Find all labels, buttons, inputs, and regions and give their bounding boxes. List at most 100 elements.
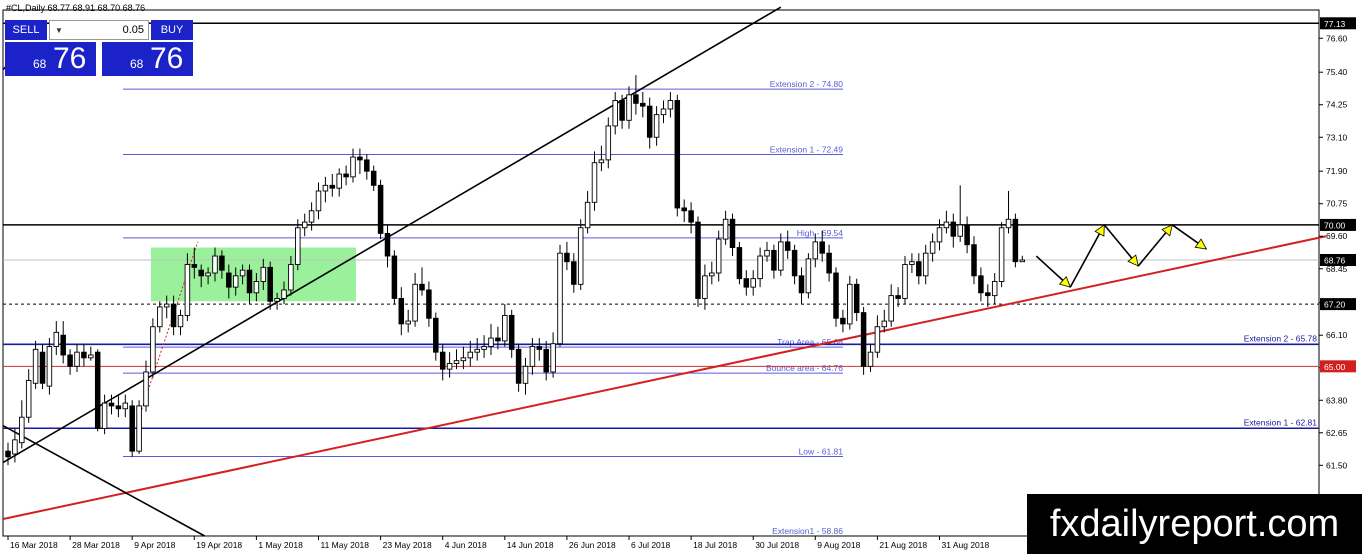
candle-body [488, 337, 494, 347]
candle [722, 210, 729, 245]
candle-body [819, 241, 825, 254]
y-tick-label: 63.80 [1326, 395, 1348, 405]
x-tick-label: 9 Apr 2018 [134, 540, 175, 550]
candle-body [205, 272, 211, 277]
candle-body [419, 283, 425, 291]
candle [412, 273, 418, 327]
candle-body [25, 380, 32, 418]
candle-body [722, 218, 729, 240]
x-tick-label: 9 Aug 2018 [817, 540, 860, 550]
candle-body [1019, 259, 1026, 263]
candle [695, 216, 701, 307]
candle-body [439, 351, 446, 370]
candle [646, 97, 653, 149]
buy-price-prefix: 68 [130, 57, 144, 71]
candle [902, 256, 908, 305]
sell-button[interactable]: SELL [5, 20, 47, 40]
candle-body [674, 100, 681, 209]
candle-body [474, 348, 480, 353]
candle-body [281, 289, 287, 299]
buy-button[interactable]: BUY [151, 20, 193, 40]
candle-body [53, 331, 60, 347]
candle [991, 273, 998, 305]
candle-body [840, 317, 846, 325]
candle [19, 400, 25, 449]
candle [336, 168, 342, 197]
x-tick-label: 6 Jul 2018 [631, 540, 670, 550]
candle-body [239, 269, 246, 277]
candle-body [322, 184, 329, 192]
y-tick-label: 69.60 [1326, 231, 1348, 241]
candle [522, 357, 529, 395]
candle-body [177, 314, 184, 328]
candle-body [874, 326, 881, 353]
candle-body [964, 224, 970, 246]
sell-price-button[interactable]: 68 76 [5, 42, 96, 76]
candle [764, 241, 770, 262]
x-tick-label: 11 May 2018 [321, 540, 370, 550]
candle-body [343, 173, 349, 178]
candle [929, 233, 936, 262]
candle-body [626, 94, 632, 121]
y-tick-label: 71.90 [1326, 166, 1348, 176]
chevron-down-icon[interactable]: ▼ [52, 22, 66, 38]
candle [25, 369, 32, 423]
candle [39, 343, 46, 389]
candle-body [157, 306, 163, 328]
candle-body [1012, 218, 1019, 263]
candle-body [736, 247, 743, 280]
candle-body [1005, 218, 1012, 229]
projection-path [1069, 224, 1106, 288]
candle-body [702, 275, 708, 299]
candle [515, 343, 522, 392]
candle [94, 349, 101, 432]
candle-body [557, 252, 563, 345]
candle-body [584, 201, 591, 229]
level-label: Extension1 - 58.86 [772, 526, 843, 536]
candle [460, 346, 467, 370]
candle [177, 309, 184, 336]
x-tick-label: 30 Jul 2018 [755, 540, 799, 550]
black-descending-trendline [2, 425, 206, 537]
candle [784, 230, 791, 259]
candle [612, 92, 618, 135]
candle-body [460, 357, 467, 362]
candle [874, 315, 881, 358]
candle-body [288, 264, 294, 291]
candle [502, 304, 508, 347]
candle-body [888, 295, 894, 322]
candle-body [433, 317, 439, 353]
candle [950, 213, 957, 248]
candle [370, 165, 377, 191]
candle [1012, 213, 1019, 268]
buy-price-button[interactable]: 68 76 [102, 42, 193, 76]
candle [674, 94, 681, 217]
candle [88, 346, 94, 361]
candle-body [60, 334, 66, 356]
candle-body [129, 405, 135, 452]
candle [833, 267, 839, 327]
lot-size-input[interactable]: ▼ 0.05 [49, 20, 149, 40]
candle [688, 202, 694, 234]
candle-body [12, 439, 18, 455]
candle-body [405, 320, 411, 325]
candle [433, 312, 439, 361]
candle-body [985, 292, 991, 297]
extension-label: Extension 1 - 62.81 [1244, 417, 1318, 427]
lot-size-value: 0.05 [122, 24, 144, 36]
candle [439, 343, 446, 381]
candle-body [764, 249, 770, 257]
candle-body [902, 264, 908, 299]
candle-body [729, 218, 736, 248]
y-tick-label: 62.65 [1326, 428, 1348, 438]
candle [605, 117, 612, 169]
candle-body [115, 405, 122, 410]
candle [1019, 255, 1026, 263]
candle-body [633, 94, 639, 104]
candle [67, 349, 73, 375]
candle-body [426, 289, 432, 319]
candle [322, 176, 329, 203]
candle [481, 335, 487, 358]
candle [136, 400, 142, 454]
candle [474, 338, 480, 361]
